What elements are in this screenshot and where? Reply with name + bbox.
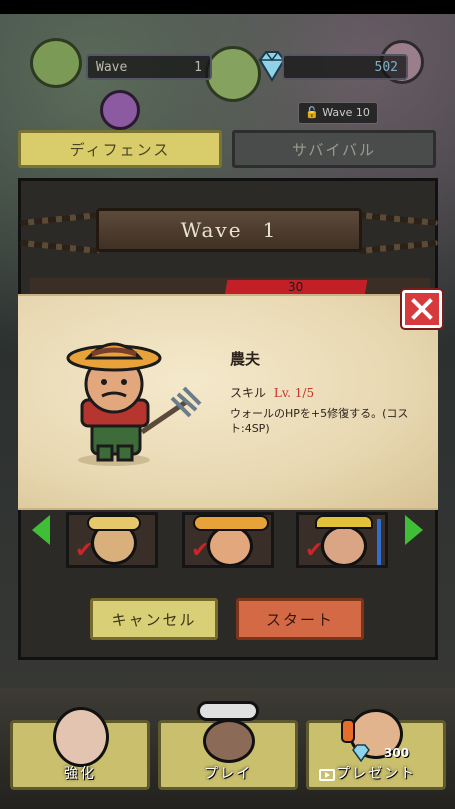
portrait-helmet [315,515,373,529]
scientist-avatar [53,707,109,767]
party-card-farmer[interactable]: ✔ [182,512,274,568]
nav-play[interactable]: プレイ [158,701,298,790]
diamond-icon [352,744,370,762]
character-name: 農夫 [230,350,261,368]
hud-gem-value: 502 [374,60,398,75]
wave-sign-label: Wave [180,218,243,242]
wave-lock-badge: 🔓 Wave 10 [298,102,378,124]
zombie-head [30,38,82,88]
hud-gem-counter: 502 [282,54,408,80]
skill-description: ウォールのHPを+5修復する。(コスト:4SP) [230,407,409,435]
goal-value: 30 [288,280,304,294]
skill-line: スキル Lv. 1/5 [230,384,314,401]
tab-defense-label: ディフェンス [69,140,171,159]
hud-wave-value: 1 [194,60,202,75]
party-card-blonde[interactable]: ✔ [66,512,158,568]
wave-lock-label: Wave 10 [322,106,370,119]
zombie-head [100,90,140,130]
portrait-hat [193,515,269,531]
wave-sign-value: 1 [262,218,278,242]
nav-play-label: プレイ [204,766,252,782]
nav-upgrade[interactable]: 強化 [10,707,150,790]
check-icon: ✔ [305,538,324,563]
start-button[interactable]: スタート [236,598,364,640]
portrait-hair [87,515,141,531]
top-hud: Wave 1 502 🔓 Wave 10 [0,38,455,130]
nav-upgrade-label: 強化 [64,766,96,782]
hud-wave-label: Wave [96,60,128,75]
prev-arrow-icon[interactable] [32,515,50,545]
check-icon: ✔ [75,538,94,563]
portrait-face [321,525,367,565]
wave-sign: Wave 1 [96,208,362,252]
hat-icon [197,701,259,721]
tab-survival[interactable]: サバイバル [232,130,436,168]
nav-present[interactable]: プレゼント [306,709,446,790]
card-scroll-indicator [377,519,381,565]
farmer-portrait [66,342,202,466]
portrait-face [207,525,253,565]
start-label: スタート [265,610,334,629]
nav-present-label: プレゼント [336,766,416,782]
close-x-icon [411,298,433,320]
cancel-label: キャンセル [111,610,197,629]
hud-wave-counter: Wave 1 [86,54,212,80]
tab-defense[interactable]: ディフェンス [18,130,222,168]
present-gem-badge: 300 [384,746,410,760]
close-button[interactable] [402,290,442,328]
lock-icon: 🔓 [305,106,319,119]
gunner-avatar [203,719,255,763]
party-card-worker[interactable]: ✔ [296,512,388,568]
next-arrow-icon[interactable] [405,515,423,545]
skill-label: スキル [230,386,267,400]
check-icon: ✔ [191,538,210,563]
cancel-button[interactable]: キャンセル [90,598,218,640]
status-bar [0,0,455,14]
skill-level: Lv. 1/5 [273,386,315,400]
tab-survival-label: サバイバル [291,140,377,159]
headphones-icon [341,719,355,743]
